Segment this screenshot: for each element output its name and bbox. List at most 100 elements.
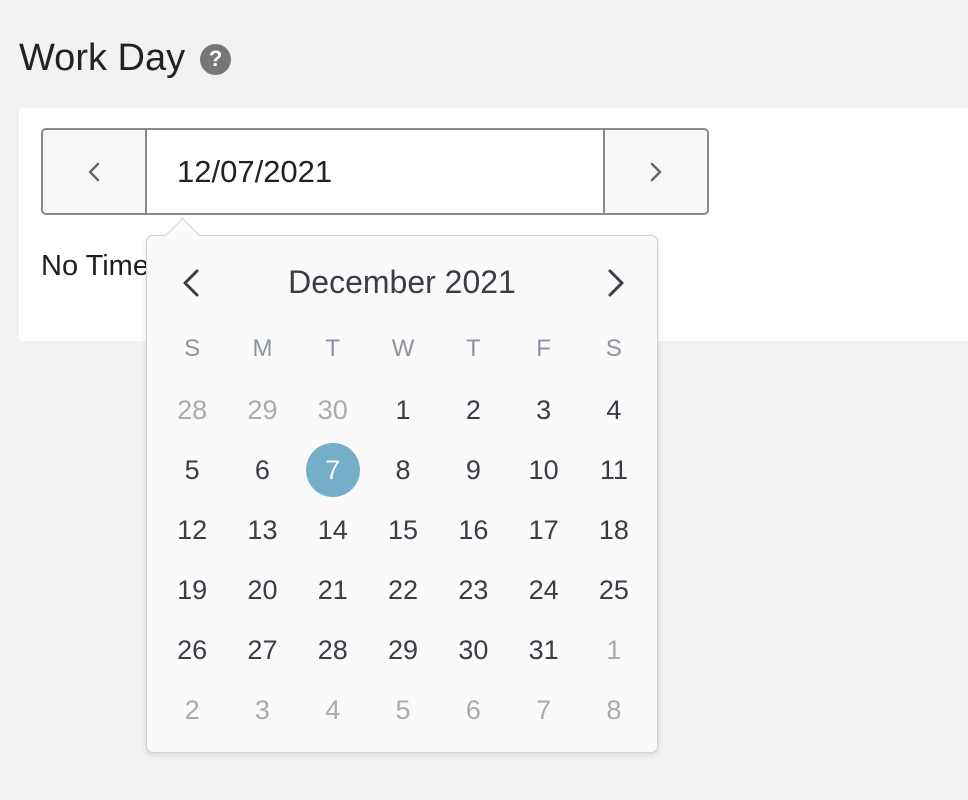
calendar-day[interactable]: 28: [157, 380, 227, 440]
day-number: 15: [388, 514, 419, 545]
calendar-day[interactable]: 22: [368, 560, 438, 620]
day-number: 31: [528, 634, 559, 665]
page-title-text: Work Day: [19, 37, 186, 79]
calendar-day[interactable]: 24: [508, 560, 578, 620]
day-number: 6: [254, 454, 270, 485]
day-number: 21: [317, 574, 348, 605]
calendar-day[interactable]: 1: [368, 380, 438, 440]
page-title: Work Day ?: [19, 34, 232, 82]
day-number: 18: [598, 514, 629, 545]
calendar-day[interactable]: 29: [368, 620, 438, 680]
calendar-day[interactable]: 5: [157, 440, 227, 500]
chevron-left-icon: [88, 162, 100, 181]
weekday-label: S: [184, 335, 201, 362]
weekday-label: W: [391, 335, 415, 362]
day-number: 7: [536, 694, 552, 725]
day-number: 30: [317, 394, 348, 425]
calendar-day[interactable]: 23: [438, 560, 508, 620]
selected-day[interactable]: 7: [298, 440, 368, 500]
calendar-day[interactable]: 12: [157, 500, 227, 560]
calendar-day[interactable]: 3: [508, 380, 578, 440]
day-number: 27: [247, 634, 278, 665]
day-number: 1: [606, 634, 622, 665]
day-number: 24: [528, 574, 559, 605]
calendar-day[interactable]: 19: [157, 560, 227, 620]
calendar-day[interactable]: 30: [438, 620, 508, 680]
day-number: 25: [598, 574, 629, 605]
weekday-label: T: [325, 335, 341, 362]
day-number: 28: [177, 394, 208, 425]
day-number: 19: [177, 574, 208, 605]
day-number: 2: [465, 394, 481, 425]
day-number: 16: [458, 514, 489, 545]
calendar-day[interactable]: 16: [438, 500, 508, 560]
weekday-label: S: [605, 335, 622, 362]
calendar-day[interactable]: 31: [508, 620, 578, 680]
calendar-day[interactable]: 28: [298, 620, 368, 680]
day-number: 30: [458, 634, 489, 665]
day-number: 4: [325, 694, 341, 725]
calendar-day[interactable]: 5: [368, 680, 438, 740]
day-number: 8: [606, 694, 622, 725]
calendar-day[interactable]: 17: [508, 500, 578, 560]
day-number: 5: [395, 694, 411, 725]
calendar-day[interactable]: 4: [298, 680, 368, 740]
chevron-right-icon: [650, 162, 662, 181]
day-number: 4: [606, 394, 622, 425]
day-number: 13: [247, 514, 278, 545]
question-circle-icon[interactable]: ?: [200, 43, 232, 75]
calendar-day[interactable]: 1: [579, 620, 649, 680]
day-number: 3: [254, 694, 270, 725]
calendar-day[interactable]: 15: [368, 500, 438, 560]
day-number: 23: [458, 574, 489, 605]
calendar-day[interactable]: 26: [157, 620, 227, 680]
day-number: 3: [536, 394, 552, 425]
day-number: 14: [317, 514, 348, 545]
calendar-day[interactable]: 8: [368, 440, 438, 500]
day-number: 17: [528, 514, 559, 545]
calendar-day[interactable]: 6: [438, 680, 508, 740]
calendar-day[interactable]: 2: [438, 380, 508, 440]
calendar-day[interactable]: 25: [579, 560, 649, 620]
day-number: 1: [395, 394, 411, 425]
day-number: 11: [599, 454, 628, 485]
day-number: 12: [177, 514, 208, 545]
day-number: 28: [317, 634, 348, 665]
month-title: December 2021: [288, 264, 516, 300]
previous-day-button[interactable]: [43, 130, 147, 213]
calendar-day[interactable]: 18: [579, 500, 649, 560]
day-number: 2: [184, 694, 200, 725]
chevron-right-icon: [608, 269, 624, 297]
next-day-button[interactable]: [603, 130, 707, 213]
calendar-day[interactable]: 21: [298, 560, 368, 620]
calendar-day[interactable]: 7: [508, 680, 578, 740]
calendar-day[interactable]: 13: [227, 500, 297, 560]
day-number: 29: [247, 394, 278, 425]
day-number: 8: [395, 454, 411, 485]
calendar-day[interactable]: 29: [227, 380, 297, 440]
weekday-header-row: SMTWTFS: [157, 332, 649, 366]
calendar-day[interactable]: 8: [579, 680, 649, 740]
datepicker-header: December 2021: [147, 258, 657, 308]
calendar-day[interactable]: 27: [227, 620, 297, 680]
calendar-day[interactable]: 6: [227, 440, 297, 500]
day-number: 29: [388, 634, 419, 665]
calendar-day[interactable]: 3: [227, 680, 297, 740]
calendar-day[interactable]: 10: [508, 440, 578, 500]
next-month-button[interactable]: [599, 266, 633, 300]
date-input[interactable]: [147, 130, 603, 213]
weekday-label: F: [536, 335, 551, 362]
day-number: 6: [465, 694, 481, 725]
calendar-day[interactable]: 9: [438, 440, 508, 500]
calendar-day[interactable]: 11: [579, 440, 649, 500]
day-number: 26: [177, 634, 208, 665]
no-time-text: No Time: [41, 250, 149, 282]
calendar-day[interactable]: 20: [227, 560, 297, 620]
weekday-label: T: [466, 335, 481, 362]
calendar-day[interactable]: 2: [157, 680, 227, 740]
day-number: 9: [465, 454, 481, 485]
calendar-day[interactable]: 30: [298, 380, 368, 440]
calendar-day[interactable]: 14: [298, 500, 368, 560]
datepicker-popup: December 2021 SMTWTFS 28 29 30 1 2 3 4 5 6 7 8 9 10 1…: [146, 217, 658, 753]
calendar-day[interactable]: 4: [579, 380, 649, 440]
